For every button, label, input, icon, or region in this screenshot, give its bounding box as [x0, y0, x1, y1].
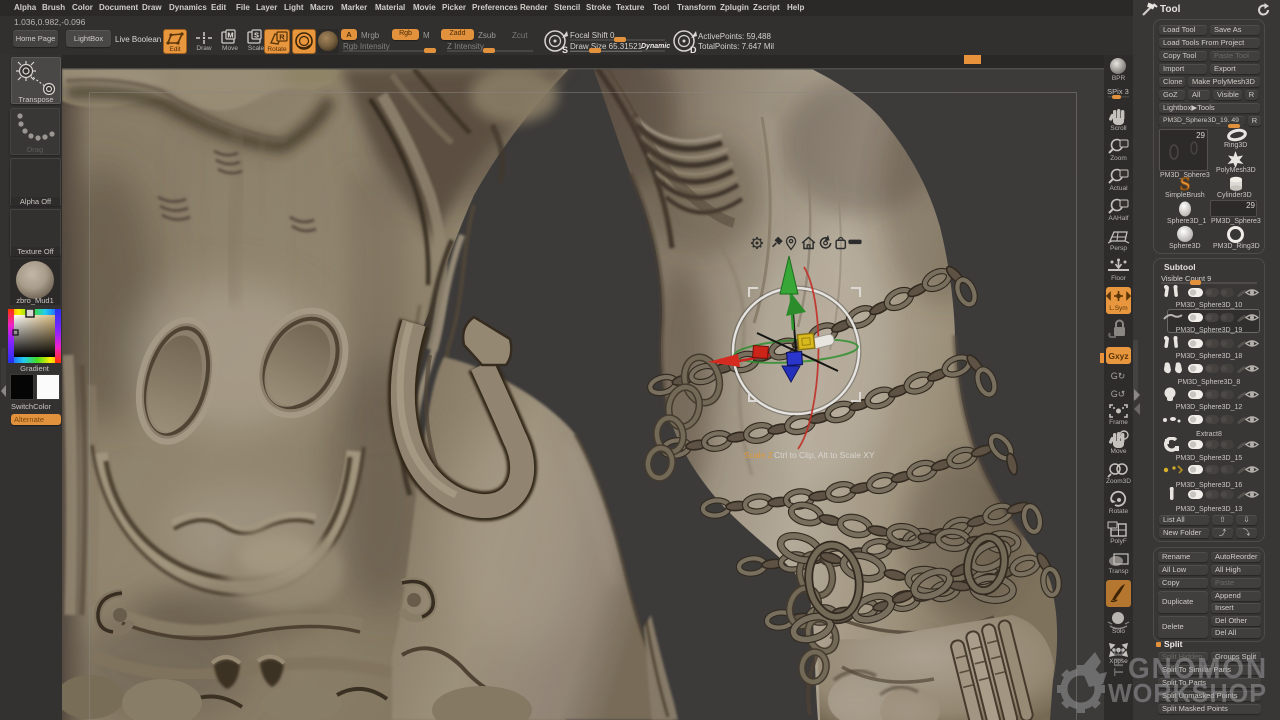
svg-text:D: D	[690, 45, 697, 55]
svg-text:G↺: G↺	[1111, 389, 1126, 399]
svg-text:M: M	[227, 31, 233, 40]
svg-text:THE: THE	[1111, 647, 1126, 676]
svg-text:G↻: G↻	[1111, 371, 1126, 381]
svg-text:S: S	[254, 31, 259, 40]
svg-text:WORKSHOP: WORKSHOP	[1108, 678, 1267, 708]
svg-text:R: R	[279, 33, 285, 42]
svg-text:S: S	[562, 45, 568, 55]
svg-text:Ctrl to Clip, Alt to Scale XY: Ctrl to Clip, Alt to Scale XY	[774, 450, 875, 460]
svg-text:SPix 3: SPix 3	[1107, 87, 1129, 96]
svg-text:Gxyz: Gxyz	[1108, 351, 1128, 361]
svg-text:S: S	[1180, 174, 1191, 194]
svg-text:Scale Z: Scale Z	[744, 450, 773, 460]
